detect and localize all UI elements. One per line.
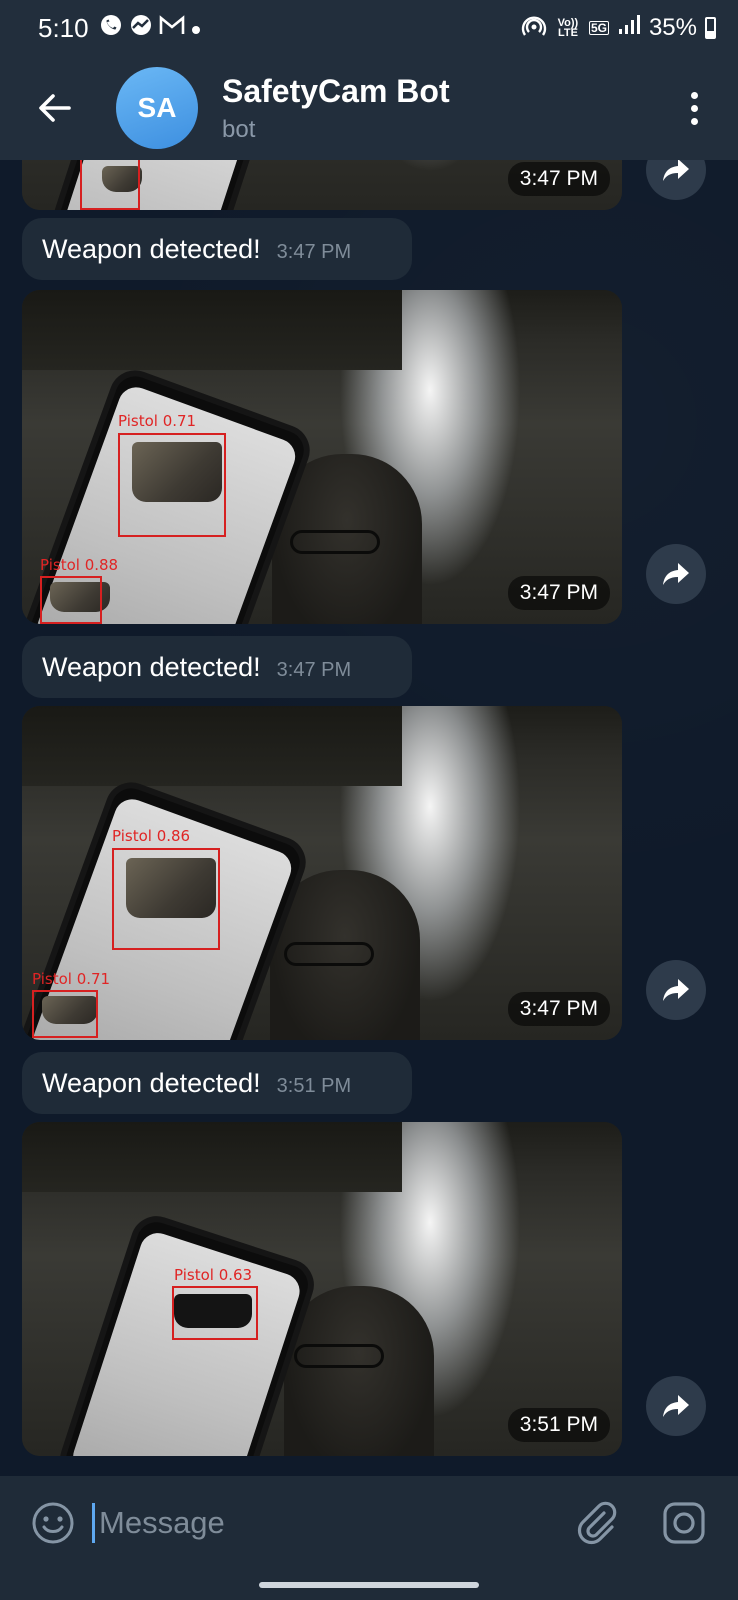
detection-box [112, 848, 220, 950]
message-time: 3:51 PM [507, 1408, 610, 1442]
chat-title-block[interactable]: SafetyCam Bot bot [222, 73, 450, 144]
detection-label: Pistol 0.71 [118, 412, 197, 430]
photo-message[interactable]: 3:47 PM [22, 160, 622, 210]
dot-icon [191, 15, 201, 41]
share-icon[interactable] [646, 960, 706, 1020]
text-caret [92, 1503, 95, 1543]
chat-subtitle: bot [222, 115, 256, 143]
camera-icon[interactable] [660, 1499, 708, 1547]
detection-box [172, 1286, 258, 1340]
message-time: 3:47 PM [276, 659, 352, 681]
back-arrow-icon[interactable] [34, 88, 74, 128]
message-time: 3:47 PM [276, 241, 352, 263]
detection-label: Pistol 0.63 [174, 1266, 253, 1284]
emoji-icon[interactable] [30, 1500, 76, 1546]
text-message[interactable]: Weapon detected! 3:47 PM [22, 218, 412, 280]
text-message[interactable]: Weapon detected! 3:51 PM [22, 1052, 412, 1114]
signal-icon [617, 14, 641, 43]
detection-box [32, 990, 98, 1038]
detection-box [118, 433, 226, 537]
message-time: 3:47 PM [507, 576, 610, 610]
share-icon[interactable] [646, 1376, 706, 1436]
detection-label: Pistol 0.86 [112, 827, 191, 845]
detection-box [40, 576, 102, 624]
share-icon[interactable] [646, 160, 706, 200]
status-bar: 5:10 Vo)) LTE 5G 35% [0, 0, 738, 56]
detection-label: Pistol 0.71 [32, 970, 111, 988]
chat-header: SA SafetyCam Bot bot [0, 56, 738, 160]
message-text: Weapon detected! [42, 234, 261, 264]
volte-icon: Vo)) LTE [557, 17, 579, 39]
more-options-icon[interactable] [691, 91, 698, 125]
chart-icon [129, 13, 153, 43]
detection-label: Pistol 0.88 [40, 556, 119, 574]
5g-icon: 5G [588, 21, 609, 35]
status-time: 5:10 [38, 12, 89, 43]
chat-title: SafetyCam Bot [222, 72, 450, 109]
message-time: 3:47 PM [507, 162, 610, 196]
share-icon[interactable] [646, 544, 706, 604]
hotspot-icon [521, 12, 547, 45]
message-text: Weapon detected! [42, 1068, 261, 1098]
gesture-navigation-bar [0, 1570, 738, 1600]
photo-message[interactable]: Pistol 0.86 Pistol 0.71 3:47 PM [22, 706, 622, 1040]
home-indicator[interactable] [259, 1582, 479, 1588]
battery-percent: 35% [648, 14, 697, 41]
message-list[interactable]: 3:47 PM Weapon detected! 3:47 PM Pistol … [0, 160, 738, 1476]
message-text: Weapon detected! [42, 652, 261, 682]
battery-icon [705, 17, 716, 39]
message-input[interactable] [97, 1504, 401, 1542]
message-composer [0, 1476, 738, 1570]
whatsapp-icon [99, 13, 123, 43]
photo-message[interactable]: Pistol 0.71 Pistol 0.88 3:47 PM [22, 290, 622, 624]
avatar[interactable]: SA [116, 67, 198, 149]
message-time: 3:47 PM [507, 992, 610, 1026]
photo-message[interactable]: Pistol 0.63 3:51 PM [22, 1122, 622, 1456]
gmail-icon [159, 14, 185, 42]
message-time: 3:51 PM [276, 1075, 352, 1097]
text-message[interactable]: Weapon detected! 3:47 PM [22, 636, 412, 698]
attach-icon[interactable] [572, 1499, 620, 1547]
